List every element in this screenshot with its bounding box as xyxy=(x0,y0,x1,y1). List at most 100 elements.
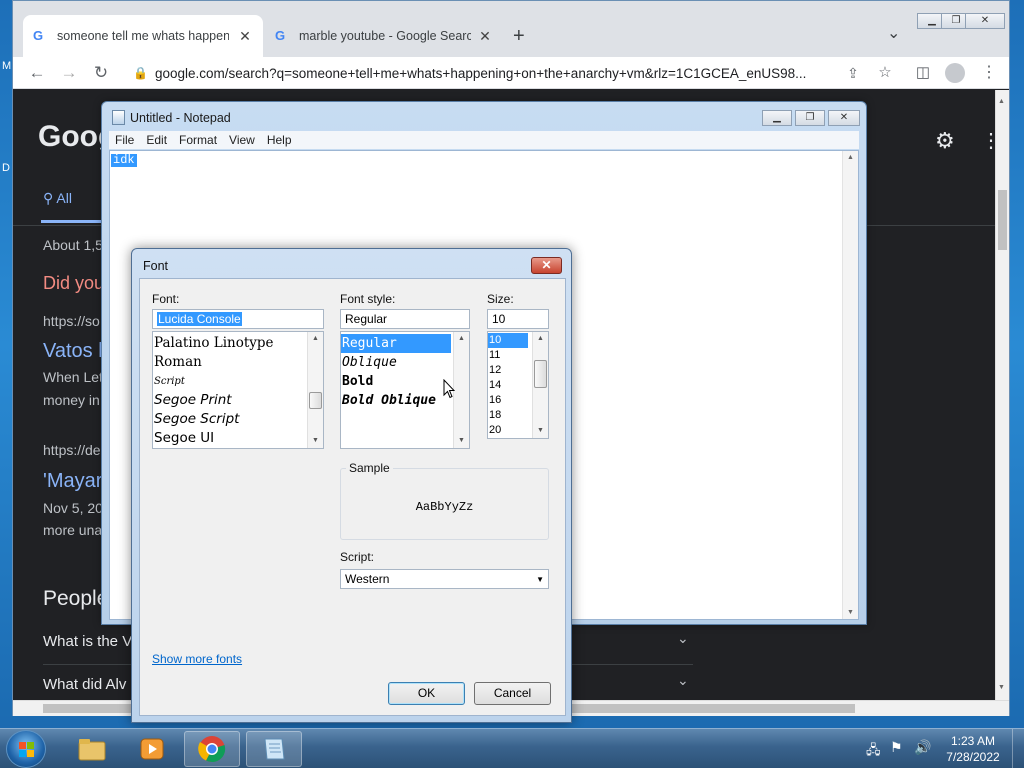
forward-button[interactable]: → xyxy=(57,61,81,85)
scroll-down-icon[interactable]: ▼ xyxy=(308,434,323,448)
explorer-taskbar-button[interactable] xyxy=(64,731,120,767)
mouse-cursor-icon xyxy=(443,379,455,399)
page-scrollbar[interactable]: ▲ ▼ xyxy=(995,90,1009,700)
close-button[interactable]: ✕ xyxy=(531,257,562,274)
size-input[interactable]: 10 xyxy=(487,309,549,329)
tab-marble-youtube[interactable]: G marble youtube - Google Search ✕ xyxy=(265,15,503,57)
chrome-menu-icon[interactable]: ⋮ xyxy=(977,61,1001,85)
cancel-button[interactable]: Cancel xyxy=(474,682,551,705)
minimize-button[interactable]: ▁ xyxy=(762,110,792,126)
reload-button[interactable]: ↻ xyxy=(89,61,113,85)
editor-scrollbar[interactable]: ▲ ▼ xyxy=(842,151,858,619)
scroll-up-icon[interactable]: ▲ xyxy=(454,332,469,346)
menu-bar: File Edit Format View Help xyxy=(109,131,859,149)
result-url[interactable]: https://de xyxy=(43,442,101,458)
font-style-scrollbar[interactable]: ▲ ▼ xyxy=(453,332,469,448)
scroll-up-icon[interactable]: ▲ xyxy=(847,154,854,161)
bookmark-star-icon[interactable]: ☆ xyxy=(873,61,897,85)
result-link[interactable]: 'Mayar xyxy=(43,470,102,493)
chevron-down-icon[interactable]: ⌄ xyxy=(677,630,689,647)
google-favicon-icon: G xyxy=(33,28,44,43)
selected-text[interactable]: idk xyxy=(111,154,137,167)
size-label: Size: xyxy=(487,292,514,306)
menu-help[interactable]: Help xyxy=(261,131,298,149)
browser-toolbar: ← → ↻ 🔒 google.com/search?q=someone+tell… xyxy=(13,57,1009,89)
font-style-input[interactable]: Regular xyxy=(340,309,470,329)
tab-search-icon[interactable]: ⌄ xyxy=(887,23,900,43)
address-bar[interactable]: 🔒 google.com/search?q=someone+tell+me+wh… xyxy=(125,60,843,86)
show-more-fonts-link[interactable]: Show more fonts xyxy=(152,652,242,666)
font-label: Font: xyxy=(152,292,180,306)
media-player-taskbar-button[interactable] xyxy=(124,731,180,767)
result-snippet: When Let xyxy=(43,369,103,385)
new-tab-button[interactable]: + xyxy=(513,25,525,48)
list-item[interactable]: Palatino Linotype xyxy=(153,334,323,353)
scroll-down-icon[interactable]: ▼ xyxy=(998,684,1005,691)
menu-file[interactable]: File xyxy=(109,131,140,149)
settings-gear-icon[interactable]: ⚙ xyxy=(935,128,955,154)
result-url[interactable]: https://so xyxy=(43,313,100,329)
profile-avatar-icon[interactable] xyxy=(943,61,967,85)
apps-menu-icon[interactable]: ⋮ xyxy=(981,128,995,153)
show-desktop-button[interactable] xyxy=(1012,729,1024,768)
list-item[interactable]: Oblique xyxy=(341,353,469,372)
notepad-taskbar-button[interactable] xyxy=(246,731,302,767)
list-item[interactable]: Script xyxy=(153,372,323,391)
chevron-down-icon[interactable]: ⌄ xyxy=(677,672,689,689)
scroll-down-icon[interactable]: ▼ xyxy=(454,434,469,448)
tab-title: someone tell me whats happening on the a… xyxy=(57,29,229,43)
scroll-thumb[interactable] xyxy=(309,392,322,409)
back-button[interactable]: ← xyxy=(25,61,49,85)
question-item[interactable]: What did Alv xyxy=(43,676,126,693)
action-center-icon[interactable]: ⚑ xyxy=(890,739,903,756)
list-item[interactable]: Segoe Print xyxy=(153,391,323,410)
google-favicon-icon: G xyxy=(275,28,286,43)
result-snippet: more una xyxy=(43,522,103,538)
tab-all[interactable]: ⚲ All xyxy=(43,190,72,207)
menu-edit[interactable]: Edit xyxy=(140,131,173,149)
result-link[interactable]: Vatos l xyxy=(43,340,103,363)
font-list[interactable]: Palatino Linotype Roman Script Segoe Pri… xyxy=(152,331,324,449)
tab-search-anarchy[interactable]: G someone tell me whats happening on the… xyxy=(23,15,263,57)
close-button[interactable]: ✕ xyxy=(965,13,1005,29)
question-item[interactable]: What is the V xyxy=(43,633,132,650)
system-clock[interactable]: 1:23 AM 7/28/2022 xyxy=(940,733,1006,765)
size-list[interactable]: 10 11 12 14 16 18 20 ▲ ▼ xyxy=(487,331,549,439)
scroll-down-icon[interactable]: ▼ xyxy=(533,424,548,438)
close-button[interactable]: ✕ xyxy=(828,110,860,126)
tab-all-label: All xyxy=(56,190,72,206)
network-icon[interactable]: 🖧 xyxy=(866,741,881,763)
start-button[interactable] xyxy=(6,730,46,768)
side-panel-icon[interactable]: ◫ xyxy=(911,61,935,85)
font-style-label: Font style: xyxy=(340,292,396,306)
scroll-up-icon[interactable]: ▲ xyxy=(308,332,323,346)
menu-view[interactable]: View xyxy=(223,131,261,149)
list-item[interactable]: Regular xyxy=(341,334,451,353)
tab-close-icon[interactable]: ✕ xyxy=(477,28,493,45)
restore-button[interactable]: ❐ xyxy=(795,110,825,126)
scroll-thumb[interactable] xyxy=(534,360,547,388)
scroll-up-icon[interactable]: ▲ xyxy=(998,98,1005,105)
size-list-scrollbar[interactable]: ▲ ▼ xyxy=(532,332,548,438)
list-item[interactable]: Segoe UI xyxy=(153,429,323,448)
tab-close-icon[interactable]: ✕ xyxy=(237,28,253,45)
ok-button[interactable]: OK xyxy=(388,682,465,705)
chrome-taskbar-button[interactable] xyxy=(184,731,240,767)
list-item[interactable]: Segoe Script xyxy=(153,410,323,429)
menu-format[interactable]: Format xyxy=(173,131,223,149)
tab-title: marble youtube - Google Search xyxy=(299,29,471,43)
scroll-thumb[interactable] xyxy=(998,190,1007,250)
chrome-icon xyxy=(198,736,226,763)
list-item[interactable]: Roman xyxy=(153,353,323,372)
address-text: google.com/search?q=someone+tell+me+what… xyxy=(155,65,807,81)
share-icon[interactable]: ⇪ xyxy=(841,61,865,85)
font-list-scrollbar[interactable]: ▲ ▼ xyxy=(307,332,323,448)
did-you-mean[interactable]: Did you xyxy=(43,273,104,294)
font-name-input[interactable]: Lucida Console xyxy=(152,309,324,329)
scroll-down-icon[interactable]: ▼ xyxy=(847,609,854,616)
list-item[interactable]: 10 xyxy=(488,333,528,348)
sample-text: AaBbYyZz xyxy=(415,500,474,514)
scroll-up-icon[interactable]: ▲ xyxy=(533,332,548,346)
volume-icon[interactable]: 🔊 xyxy=(914,739,931,756)
script-select[interactable]: Western ▼ xyxy=(340,569,549,589)
